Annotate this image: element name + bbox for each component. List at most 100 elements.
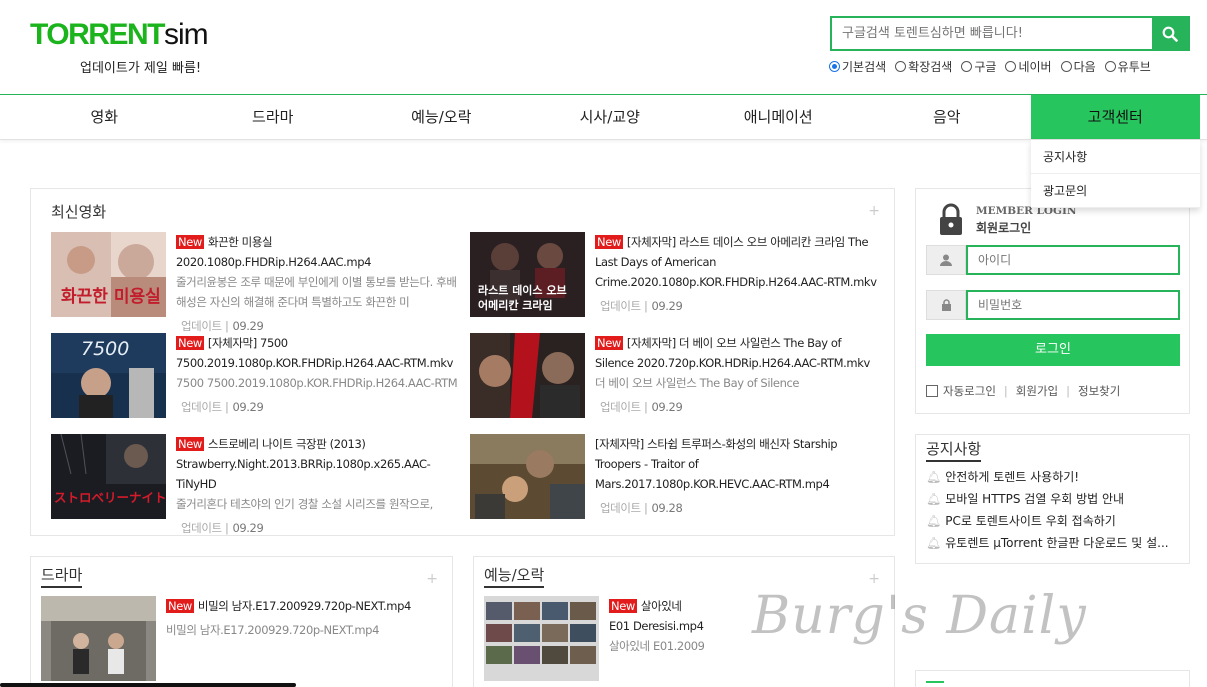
radio-button[interactable]	[829, 61, 840, 72]
nav-movie[interactable]: 영화	[20, 95, 189, 139]
auto-login-checkbox[interactable]	[926, 385, 938, 397]
search-button[interactable]	[1152, 18, 1188, 49]
dropdown-notice[interactable]: 공지사항	[1031, 140, 1200, 174]
thumb-title: 라스트 데이스 오브	[478, 283, 567, 297]
movie-item[interactable]: New [자체자막] 더 베이 오브 사일런스 The Bay of Silenc…	[470, 333, 880, 421]
watermark: Burg's Daily	[752, 586, 1087, 646]
movie-item[interactable]: 라스트 데이스 오브 어메리칸 크라임 New [자체자막] 라스트 데이스 오브…	[470, 232, 880, 320]
notice-item[interactable]: 🔔︎ 안전하게 토렌트 사용하기!	[926, 466, 1184, 488]
thumb-title: 어메리칸 크라임	[478, 298, 553, 312]
auto-login-label[interactable]: 자동로그인	[943, 383, 996, 399]
new-badge: New	[595, 336, 623, 350]
nav-customer-center[interactable]: 고객센터	[1031, 95, 1200, 139]
update-label: 업데이트 |	[181, 319, 229, 333]
movie-thumbnail[interactable]: 화끈한 미용실	[51, 232, 166, 317]
movie-thumbnail[interactable]	[470, 434, 585, 519]
drama-panel: 드라마 + New 비밀의 남자.E17.200929.720p-NEXT.mp4…	[30, 556, 453, 687]
new-badge: New	[609, 599, 637, 613]
movie-title[interactable]: 스트로베리 나이트 극장판 (2013) Strawberry.Night.20…	[176, 437, 431, 491]
update-date: 09.29	[232, 521, 264, 535]
find-info-link[interactable]: 정보찾기	[1078, 383, 1120, 399]
id-field	[926, 245, 1180, 275]
lock-small-icon	[941, 299, 951, 311]
search-option-basic[interactable]: 기본검색	[829, 58, 886, 75]
update-label: 업데이트 |	[600, 299, 648, 313]
radio-button[interactable]	[1104, 61, 1116, 72]
bell-icon: 🔔︎	[926, 514, 942, 528]
latest-movies-panel: 최신영화 + 화끈한 미용실 New 화끈한 미용실 2020.1080p.FHD…	[30, 188, 895, 536]
update-date: 09.29	[651, 400, 683, 414]
nav-variety[interactable]: 예능/오락	[357, 95, 526, 139]
password-input[interactable]	[966, 290, 1180, 320]
movie-thumbnail[interactable]: 7500	[51, 333, 166, 418]
search-type-options: 기본검색 확장검색 구글 네이버 다음 유투브	[829, 58, 1151, 75]
variety-description: 살아있네 E01.20092	[609, 639, 704, 653]
bell-icon: 🔔︎	[926, 536, 942, 550]
movie-title[interactable]: [자체자막] 더 베이 오브 사일런스 The Bay of Silence 2…	[595, 336, 870, 370]
variety-thumbnail[interactable]	[484, 596, 599, 681]
update-date: 09.29	[651, 299, 683, 313]
movie-thumbnail[interactable]	[470, 333, 585, 418]
panel-title: 예능/오락	[484, 564, 545, 588]
notice-item[interactable]: 🔔︎ 유토렌트 µTorrent 한글판 다운로드 및 설...	[926, 532, 1184, 554]
more-link[interactable]: +	[868, 203, 880, 219]
drama-thumbnail[interactable]	[41, 596, 156, 681]
id-input[interactable]	[966, 245, 1180, 275]
radio-button[interactable]	[961, 61, 973, 72]
horizontal-scrollbar[interactable]	[0, 683, 296, 687]
update-label: 업데이트 |	[181, 521, 229, 535]
search-icon	[1162, 26, 1178, 42]
radio-button[interactable]	[895, 61, 907, 72]
search-option-daum[interactable]: 다음	[1060, 58, 1096, 75]
separator: |	[1003, 384, 1008, 398]
movie-thumbnail[interactable]: 라스트 데이스 오브 어메리칸 크라임	[470, 232, 585, 317]
drama-title[interactable]: 비밀의 남자.E17.200929.720p-NEXT.mp4	[198, 599, 411, 613]
new-badge: New	[176, 336, 204, 350]
notice-item[interactable]: 🔔︎ 모바일 HTTPS 검열 우회 방법 안내	[926, 488, 1184, 510]
movie-title[interactable]: [자체자막] 라스트 데이스 오브 아메리칸 크라임 The Last Days…	[595, 235, 877, 289]
panel-title: 드라마	[41, 564, 83, 588]
update-date: 09.28	[651, 501, 683, 515]
nav-music[interactable]: 음악	[863, 95, 1032, 139]
site-logo[interactable]: TORRENTsim	[30, 18, 209, 52]
lock-icon-box	[926, 290, 966, 320]
update-label: 업데이트 |	[181, 400, 229, 414]
nav-drama[interactable]: 드라마	[189, 95, 358, 139]
main-nav: 영화 드라마 예능/오락 시사/교양 애니메이션 음악 고객센터	[0, 94, 1207, 140]
drama-item[interactable]: New 비밀의 남자.E17.200929.720p-NEXT.mp4 비밀의 남…	[41, 596, 451, 684]
movie-item[interactable]: 화끈한 미용실 New 화끈한 미용실 2020.1080p.FHDRip.H26…	[51, 232, 461, 333]
login-panel: MEMBER LOGIN 회원로그인 로그인 자동로그인 | 회원가입 | 정보…	[915, 188, 1190, 414]
movie-description: 줄거리윤봉은 조루 때문에 부인에게 이별 통보를 받는다. 후배 해성은 자신…	[176, 275, 457, 309]
panel-title: 공지사항	[926, 438, 982, 462]
bottom-right-panel	[915, 670, 1190, 687]
search-option-extended[interactable]: 확장검색	[895, 58, 952, 75]
movie-item[interactable]: [자체자막] 스타쉽 트루퍼스-화성의 배신자 Starship Trooper…	[470, 434, 880, 522]
new-badge: New	[595, 235, 623, 249]
nav-current-affairs[interactable]: 시사/교양	[526, 95, 695, 139]
search-input[interactable]	[832, 18, 1152, 49]
panel-title: 최신영화	[51, 203, 107, 221]
movie-title[interactable]: [자체자막] 7500 7500.2019.1080p.KOR.FHDRip.H…	[176, 336, 453, 370]
movie-item[interactable]: 7500 New [자체자막] 7500 7500.2019.1080p.KOR.…	[51, 333, 461, 421]
search-option-google[interactable]: 구글	[961, 58, 996, 75]
search-option-naver[interactable]: 네이버	[1005, 58, 1052, 75]
movie-description: 줄거리혼다 테츠야의 인기 경찰 소설 시리즈를 원작으로,	[176, 497, 433, 511]
more-link[interactable]: +	[426, 571, 438, 587]
dropdown-ad-inquiry[interactable]: 광고문의	[1031, 174, 1200, 208]
radio-button[interactable]	[1060, 61, 1072, 72]
radio-button[interactable]	[1005, 61, 1017, 72]
new-badge: New	[176, 235, 204, 249]
movie-thumbnail[interactable]: ストロベリーナイト	[51, 434, 166, 519]
drama-description: 비밀의 남자.E17.200929.720p-NEXT.mp4	[166, 623, 379, 637]
search-option-youtube[interactable]: 유투브	[1104, 58, 1151, 75]
more-link[interactable]: +	[868, 571, 880, 587]
movie-title[interactable]: 화끈한 미용실 2020.1080p.FHDRip.H264.AAC.mp4	[176, 235, 371, 269]
join-link[interactable]: 회원가입	[1016, 383, 1058, 399]
variety-item[interactable]: New 살아있네 E01 Deresisi.mp4 살아있네 E01.20092	[484, 596, 704, 684]
movie-title[interactable]: [자체자막] 스타쉽 트루퍼스-화성의 배신자 Starship Trooper…	[595, 437, 838, 491]
nav-animation[interactable]: 애니메이션	[694, 95, 863, 139]
notice-item[interactable]: 🔔︎ PC로 토렌트사이트 우회 접속하기	[926, 510, 1184, 532]
login-button[interactable]: 로그인	[926, 334, 1180, 366]
update-date: 09.29	[232, 400, 264, 414]
movie-item[interactable]: ストロベリーナイト New 스트로베리 나이트 극장판 (2013) Strawb…	[51, 434, 461, 535]
